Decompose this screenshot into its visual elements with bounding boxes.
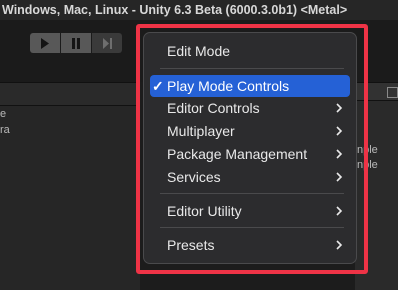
step-icon [102, 37, 112, 49]
menu-item-editor-utility[interactable]: Editor Utility [150, 200, 350, 222]
menu-item-label: Editor Utility [167, 203, 242, 219]
menu-item-label: Play Mode Controls [167, 78, 290, 94]
hierarchy-row[interactable]: e [0, 107, 6, 121]
chevron-right-icon [336, 103, 343, 113]
hierarchy-row[interactable]: ra [0, 123, 10, 137]
hierarchy-panel-header [0, 83, 140, 106]
pause-button[interactable] [61, 33, 91, 53]
play-controls [30, 33, 122, 53]
menu-item-play-mode-controls[interactable]: ✓ Play Mode Controls [150, 75, 350, 97]
menu-item-presets[interactable]: Presets [150, 234, 350, 256]
panel-corner-icon[interactable] [387, 87, 398, 98]
window-title: Windows, Mac, Linux - Unity 6.3 Beta (60… [2, 3, 348, 17]
menu-item-label: Package Management [167, 146, 308, 162]
menu-item-editor-controls[interactable]: Editor Controls [150, 97, 350, 119]
chevron-right-icon [336, 126, 343, 136]
menu-item-label: Multiplayer [167, 123, 235, 139]
chevron-right-icon [336, 206, 343, 216]
menu-item-edit-mode[interactable]: Edit Mode [150, 40, 350, 62]
menu-separator [160, 193, 344, 194]
step-button[interactable] [92, 33, 122, 53]
play-button[interactable] [30, 33, 60, 53]
menu-item-label: Presets [167, 237, 215, 253]
menu-item-label: Editor Controls [167, 100, 260, 116]
menu-item-label: Edit Mode [167, 43, 231, 59]
hierarchy-panel: e ra [0, 82, 140, 290]
chevron-right-icon [336, 240, 343, 250]
window-titlebar: Windows, Mac, Linux - Unity 6.3 Beta (60… [0, 0, 398, 20]
chevron-right-icon [336, 172, 343, 182]
chevron-right-icon [336, 149, 343, 159]
toolbar-context-menu: Edit Mode ✓ Play Mode Controls Editor Co… [143, 32, 357, 264]
menu-item-package-management[interactable]: Package Management [150, 143, 350, 165]
checkmark-icon: ✓ [152, 78, 164, 94]
menu-separator [160, 68, 344, 69]
menu-item-multiplayer[interactable]: Multiplayer [150, 120, 350, 142]
menu-separator [160, 227, 344, 228]
menu-item-services[interactable]: Services [150, 166, 350, 188]
play-icon [41, 37, 49, 49]
pause-icon [72, 37, 80, 49]
menu-item-label: Services [167, 169, 221, 185]
